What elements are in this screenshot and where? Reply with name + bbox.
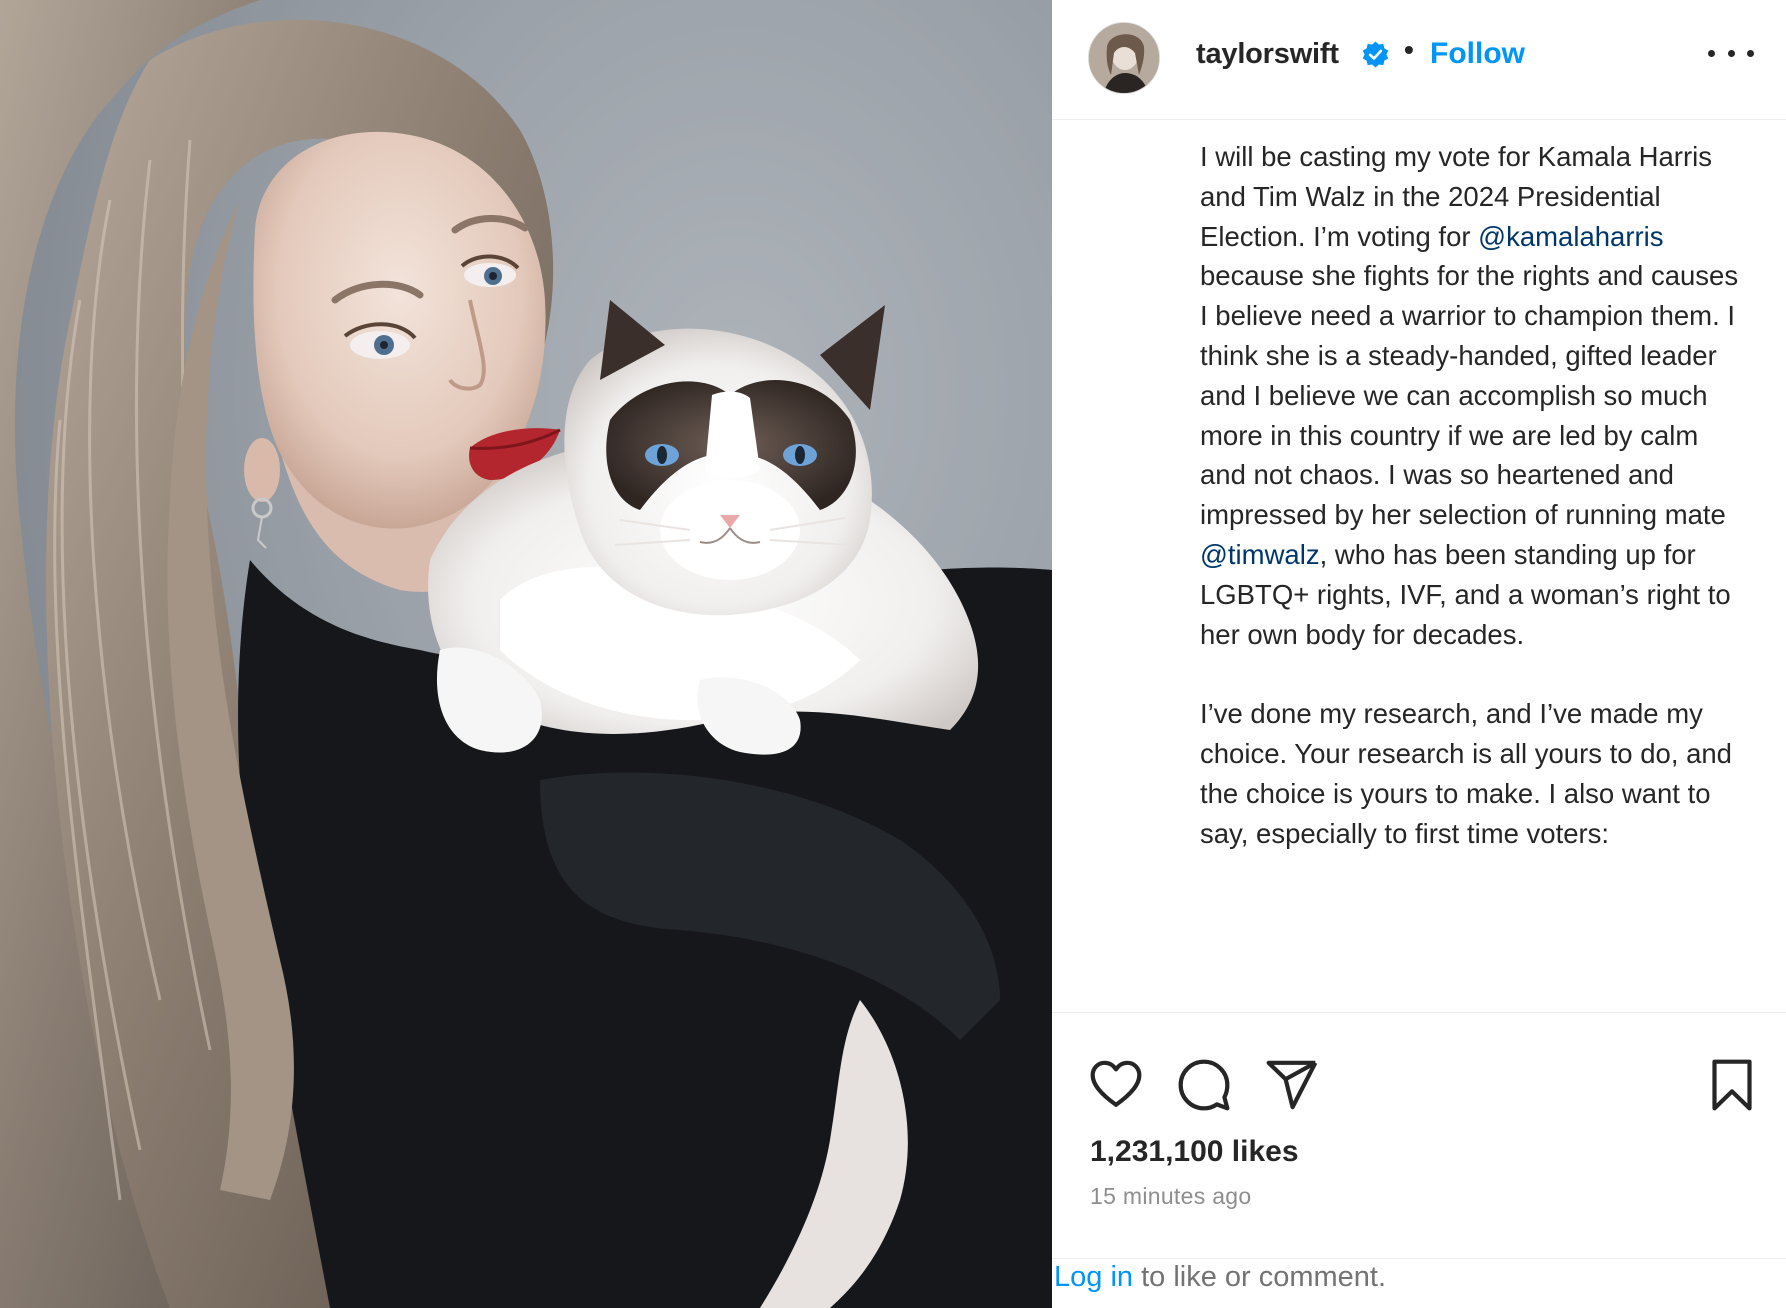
post-image[interactable] xyxy=(0,0,1052,1308)
post-actions: 1,231,100 likes 15 minutes ago xyxy=(1052,1012,1786,1292)
login-link[interactable]: Log in xyxy=(1054,1261,1133,1293)
post-timestamp[interactable]: 15 minutes ago xyxy=(1090,1183,1251,1210)
verified-badge-icon xyxy=(1362,41,1389,68)
caption-text: because she fights for the rights and ca… xyxy=(1200,260,1739,531)
header-separator: • xyxy=(1404,34,1414,65)
bookmark-icon xyxy=(1712,1059,1752,1111)
share-icon xyxy=(1266,1060,1318,1110)
avatar[interactable] xyxy=(1088,22,1160,94)
post-panel: taylorswift • Follow I will be casting m… xyxy=(1052,0,1786,1308)
mention-link[interactable]: @timwalz xyxy=(1200,539,1320,570)
follow-button[interactable]: Follow xyxy=(1430,37,1525,71)
save-button[interactable] xyxy=(1704,1057,1760,1113)
login-prompt: Log in to like or comment. xyxy=(1054,1261,1386,1294)
caption-scroll-area[interactable]: I will be casting my vote for Kamala Har… xyxy=(1052,121,1786,1011)
like-count[interactable]: 1,231,100 likes xyxy=(1090,1135,1299,1169)
comment-button[interactable] xyxy=(1176,1057,1232,1113)
post-photo-illustration xyxy=(0,0,1052,1308)
more-dot xyxy=(1708,49,1715,57)
mention-link[interactable]: @kamalaharris xyxy=(1478,221,1663,252)
caption-text: I’ve done my research, and I’ve made my … xyxy=(1200,698,1732,849)
more-dot xyxy=(1727,49,1735,57)
post-header: taylorswift • Follow xyxy=(1052,0,1786,120)
avatar-portrait-icon xyxy=(1089,23,1159,93)
post-caption: I will be casting my vote for Kamala Har… xyxy=(1200,137,1740,853)
more-dot xyxy=(1747,49,1754,57)
comment-icon xyxy=(1178,1059,1230,1111)
login-prompt-text: to like or comment. xyxy=(1133,1261,1387,1293)
like-button[interactable] xyxy=(1088,1057,1144,1113)
username[interactable]: taylorswift xyxy=(1196,38,1339,71)
share-button[interactable] xyxy=(1264,1057,1320,1113)
heart-icon xyxy=(1090,1060,1142,1107)
caption-paragraph: I will be casting my vote for Kamala Har… xyxy=(1200,137,1740,654)
more-options-icon[interactable] xyxy=(1708,42,1754,64)
caption-paragraph: I’ve done my research, and I’ve made my … xyxy=(1200,694,1740,853)
